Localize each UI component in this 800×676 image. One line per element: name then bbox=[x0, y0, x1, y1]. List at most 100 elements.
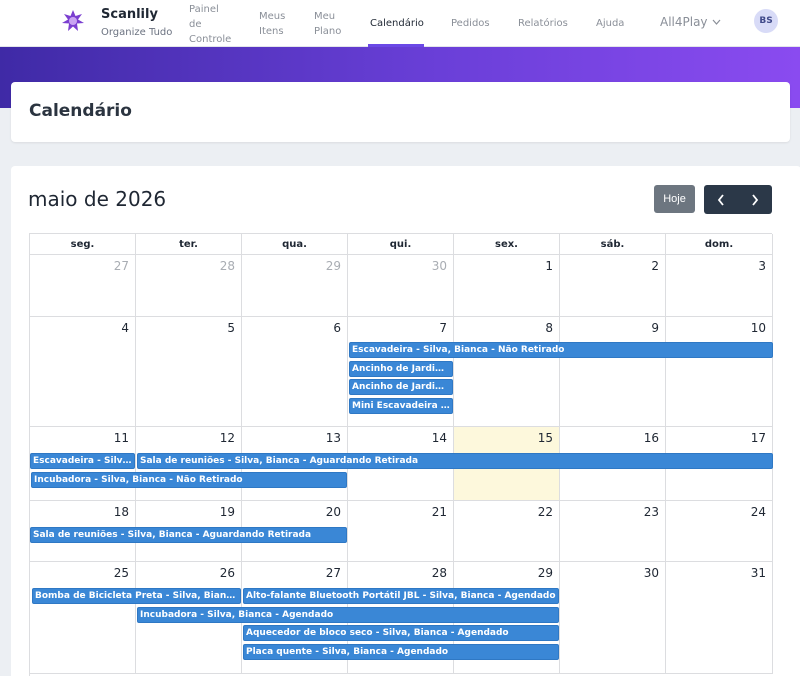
day-cell[interactable]: 30 bbox=[560, 562, 666, 674]
nav-label-line: Painel bbox=[189, 4, 219, 15]
day-number: 30 bbox=[643, 566, 659, 580]
day-cell[interactable]: 31 bbox=[666, 562, 773, 674]
weekday-header: sáb. bbox=[560, 234, 666, 255]
day-cell[interactable]: 22 bbox=[454, 501, 560, 562]
day-number: 11 bbox=[113, 431, 129, 445]
day-number: 23 bbox=[643, 505, 659, 519]
weekday-header: ter. bbox=[136, 234, 242, 255]
calendar-event[interactable]: Alto-falante Bluetooth Portátil JBL - Si… bbox=[243, 588, 559, 604]
day-number: 10 bbox=[750, 321, 766, 335]
day-number: 6 bbox=[333, 321, 341, 335]
day-cell[interactable]: 2 bbox=[560, 255, 666, 317]
day-number: 25 bbox=[113, 566, 129, 580]
day-number: 3 bbox=[758, 259, 766, 273]
brand-tagline: Organize Tudo bbox=[101, 27, 173, 38]
day-cell[interactable]: 8 bbox=[454, 317, 560, 427]
day-number: 30 bbox=[431, 259, 447, 273]
prev-month-button[interactable] bbox=[704, 185, 738, 214]
day-cell[interactable]: 4 bbox=[30, 317, 136, 427]
weekday-header: seg. bbox=[30, 234, 136, 255]
page-header-card: Calendário bbox=[11, 82, 790, 142]
calendar-event[interactable]: Placa quente - Silva, Bianca - Agendado bbox=[243, 644, 559, 660]
day-number: 2 bbox=[651, 259, 659, 273]
day-cell[interactable]: 6 bbox=[242, 317, 348, 427]
nav-label-line: Plano bbox=[314, 26, 342, 37]
day-cell[interactable]: 29 bbox=[242, 255, 348, 317]
day-cell[interactable]: 21 bbox=[348, 501, 454, 562]
nav-calendario[interactable]: Calendário bbox=[370, 16, 424, 31]
day-cell[interactable]: 1 bbox=[454, 255, 560, 317]
calendar-event[interactable]: Ancinho de Jardim ... bbox=[349, 361, 453, 377]
day-number: 8 bbox=[545, 321, 553, 335]
nav-pedidos[interactable]: Pedidos bbox=[451, 16, 490, 31]
calendar-event[interactable]: Sala de reuniões - Silva, Bianca - Aguar… bbox=[137, 453, 773, 469]
day-number: 22 bbox=[537, 505, 553, 519]
chevron-left-icon bbox=[717, 194, 724, 206]
day-number: 15 bbox=[537, 431, 553, 445]
calendar-event[interactable]: Incubadora - Silva, Bianca - Não Retirad… bbox=[31, 472, 347, 488]
day-number: 5 bbox=[227, 321, 235, 335]
month-nav-group bbox=[704, 185, 772, 214]
day-number: 7 bbox=[439, 321, 447, 335]
calendar-event[interactable]: Incubadora - Silva, Bianca - Agendado bbox=[137, 607, 559, 623]
day-cell[interactable]: 28 bbox=[136, 255, 242, 317]
day-number: 14 bbox=[431, 431, 447, 445]
day-cell[interactable]: 5 bbox=[136, 317, 242, 427]
day-cell[interactable]: 3 bbox=[666, 255, 773, 317]
day-number: 21 bbox=[431, 505, 447, 519]
day-number: 18 bbox=[113, 505, 129, 519]
day-number: 17 bbox=[750, 431, 766, 445]
top-nav: Scanlily Organize Tudo Painel de Control… bbox=[0, 0, 800, 47]
day-number: 29 bbox=[537, 566, 553, 580]
day-number: 1 bbox=[545, 259, 553, 273]
weekday-header: qui. bbox=[348, 234, 454, 255]
day-cell[interactable]: 10 bbox=[666, 317, 773, 427]
logo-icon[interactable] bbox=[62, 10, 84, 32]
day-number: 27 bbox=[113, 259, 129, 273]
chevron-right-icon bbox=[752, 194, 759, 206]
nav-label-line: Itens bbox=[259, 26, 284, 37]
next-month-button[interactable] bbox=[738, 185, 772, 214]
day-cell[interactable]: 9 bbox=[560, 317, 666, 427]
org-name: All4Play bbox=[660, 15, 708, 29]
day-number: 9 bbox=[651, 321, 659, 335]
day-number: 19 bbox=[219, 505, 235, 519]
calendar-event[interactable]: Sala de reuniões - Silva, Bianca - Aguar… bbox=[30, 527, 347, 543]
calendar-event[interactable]: Bomba de Bicicleta Preta - Silva, Bianca… bbox=[32, 588, 241, 604]
calendar-event[interactable]: Mini Escavadeira - ... bbox=[349, 398, 453, 414]
day-cell[interactable]: 27 bbox=[30, 255, 136, 317]
nav-ajuda[interactable]: Ajuda bbox=[596, 16, 624, 31]
today-button[interactable]: Hoje bbox=[654, 185, 695, 213]
org-switcher[interactable]: All4Play bbox=[660, 15, 721, 30]
nav-relatorios[interactable]: Relatórios bbox=[518, 16, 568, 31]
avatar[interactable]: BS bbox=[754, 9, 778, 33]
day-number: 29 bbox=[325, 259, 341, 273]
weekday-header: dom. bbox=[666, 234, 773, 255]
nav-painel-de-controle[interactable]: Painel de Controle bbox=[189, 2, 231, 47]
calendar-grid: seg. ter. qua. qui. sex. sáb. dom. 27 28… bbox=[29, 233, 773, 676]
day-cell[interactable]: 23 bbox=[560, 501, 666, 562]
chevron-down-icon bbox=[712, 19, 720, 25]
calendar-event[interactable]: Aquecedor de bloco seco - Silva, Bianca … bbox=[243, 625, 559, 641]
day-cell[interactable]: 25 bbox=[30, 562, 136, 674]
calendar-event[interactable]: Ancinho de Jardim ... bbox=[349, 379, 453, 395]
day-cell[interactable]: 30 bbox=[348, 255, 454, 317]
nav-meu-plano[interactable]: Meu Plano bbox=[314, 9, 341, 39]
calendar-event[interactable]: Escavadeira - Silva, ... bbox=[30, 453, 135, 469]
brand-name[interactable]: Scanlily bbox=[101, 7, 158, 22]
nav-label-line: Controle bbox=[189, 34, 232, 45]
nav-label-line: Meu bbox=[314, 11, 336, 22]
day-number: 20 bbox=[325, 505, 341, 519]
day-number: 28 bbox=[431, 566, 447, 580]
day-number: 16 bbox=[643, 431, 659, 445]
day-number: 13 bbox=[325, 431, 341, 445]
calendar-event[interactable]: Escavadeira - Silva, Bianca - Não Retira… bbox=[349, 342, 773, 358]
day-number: 28 bbox=[219, 259, 235, 273]
day-number: 31 bbox=[750, 566, 766, 580]
nav-label-line: Meus bbox=[259, 11, 286, 22]
day-cell[interactable]: 24 bbox=[666, 501, 773, 562]
page-title: Calendário bbox=[29, 101, 132, 121]
nav-meus-itens[interactable]: Meus Itens bbox=[259, 9, 285, 39]
day-number: 26 bbox=[219, 566, 235, 580]
day-number: 4 bbox=[121, 321, 129, 335]
